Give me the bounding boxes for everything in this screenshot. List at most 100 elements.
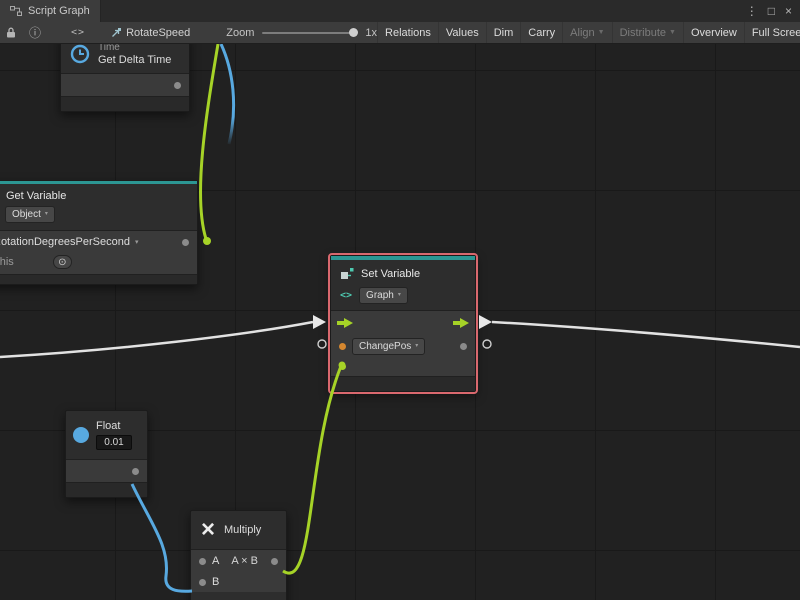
set-variable-right-value-port[interactable]: [483, 340, 491, 348]
tab-script-graph[interactable]: Script Graph: [0, 0, 101, 22]
variable-name-row: RotationDegreesPerSecond ▾: [0, 231, 197, 253]
carry-button[interactable]: Carry: [520, 22, 562, 43]
code-toggle-button[interactable]: <>: [71, 27, 85, 38]
chevron-down-icon: ▼: [669, 29, 676, 36]
value-input-row: [331, 357, 475, 376]
node-title: Float: [96, 420, 120, 432]
node-header: Set Variable <> Graph ▾: [331, 260, 475, 310]
relations-button[interactable]: Relations: [377, 22, 438, 43]
tab-title: Script Graph: [28, 5, 90, 17]
flow-port-row: [331, 311, 475, 335]
node-category: Time: [98, 44, 171, 53]
node-get-variable[interactable]: Get Variable Object ▾ RotationDegreesPer…: [0, 180, 198, 285]
variable-name-port[interactable]: [339, 343, 346, 350]
set-variable-left-value-port[interactable]: [318, 340, 326, 348]
set-variable-icon: [340, 267, 354, 281]
graph-toolbar: ⓘ <> RotateSpeed Zoom 1x Relations Value…: [0, 22, 800, 44]
scope-row: Object ▾: [0, 202, 197, 230]
dim-button[interactable]: Dim: [486, 22, 521, 43]
multiply-input-b-port[interactable]: [199, 579, 206, 586]
close-button[interactable]: ×: [785, 5, 792, 17]
zoom-slider-handle[interactable]: [349, 28, 358, 37]
chevron-down-icon: ▼: [598, 29, 605, 36]
window-controls: ⋮ □ ×: [746, 0, 800, 22]
tab-bar: Script Graph ⋮ □ ×: [0, 0, 800, 22]
multiply-input-a-port[interactable]: [199, 558, 206, 565]
get-variable-output-port[interactable]: [203, 237, 211, 245]
port-a-label: A: [212, 555, 219, 567]
object-picker-button[interactable]: ⊙: [53, 255, 72, 269]
wire-green-bottom: [283, 366, 341, 573]
delta-time-output-port[interactable]: [174, 82, 181, 89]
overview-button[interactable]: Overview: [683, 22, 744, 43]
port-b-label: B: [212, 576, 219, 588]
port-row-a: A A × B: [191, 550, 286, 571]
align-button[interactable]: Align▼: [562, 22, 611, 43]
zoom-value: 1x: [365, 27, 377, 39]
flow-in-arrow-icon[interactable]: [337, 318, 353, 328]
output-value-port[interactable]: [460, 343, 467, 350]
node-footer: [66, 482, 147, 497]
node-ports: [66, 459, 147, 482]
multiply-output-port[interactable]: [271, 558, 278, 565]
variable-value-port[interactable]: [182, 239, 189, 246]
variable-name-dropdown[interactable]: ChangePos ▾: [352, 338, 425, 355]
target-row: This ⊙: [0, 253, 197, 274]
node-title: Get Variable: [0, 184, 197, 202]
node-footer: [331, 376, 475, 391]
values-button[interactable]: Values: [438, 22, 486, 43]
node-ports: [61, 73, 189, 96]
graph-asset-icon: [111, 27, 122, 38]
node-set-variable[interactable]: Set Variable <> Graph ▾: [330, 255, 476, 392]
port-row-b: B: [191, 571, 286, 592]
graph-asset-breadcrumb[interactable]: RotateSpeed: [111, 27, 190, 39]
lock-button[interactable]: [6, 27, 16, 38]
target-icon: ⊙: [58, 257, 66, 268]
float-output-port[interactable]: [132, 468, 139, 475]
node-title: Get Delta Time: [98, 54, 171, 66]
script-graph-icon: [10, 5, 22, 17]
result-label: A × B: [231, 555, 258, 567]
chevron-down-icon: ▾: [135, 238, 139, 246]
fullscreen-button[interactable]: Full Screen: [744, 22, 800, 43]
variable-name-row: ChangePos ▾: [331, 335, 475, 357]
zoom-slider[interactable]: [262, 32, 357, 34]
tab-menu-button[interactable]: ⋮: [746, 5, 758, 17]
node-header: Float: [66, 411, 147, 459]
node-get-delta-time[interactable]: Time Get Delta Time: [60, 44, 190, 112]
node-ports: RotationDegreesPerSecond ▾ This ⊙: [0, 230, 197, 274]
zoom-control: Zoom 1x: [226, 27, 377, 39]
float-type-icon: [73, 427, 89, 443]
graph-scope-icon: <>: [340, 290, 352, 301]
chevron-down-icon: ▾: [398, 289, 401, 302]
float-value-input[interactable]: [96, 435, 132, 450]
info-button[interactable]: ⓘ: [29, 24, 41, 41]
set-variable-flow-in-port[interactable]: [313, 315, 326, 329]
variable-scope-dropdown[interactable]: Graph ▾: [359, 287, 408, 304]
node-title: Set Variable: [361, 268, 420, 280]
node-float[interactable]: Float: [65, 410, 148, 498]
wire-blue-top: [221, 44, 234, 144]
graph-asset-name: RotateSpeed: [126, 27, 190, 39]
set-variable-flow-out-port[interactable]: [479, 315, 492, 329]
chevron-down-icon: ▾: [45, 208, 48, 221]
graph-canvas[interactable]: Time Get Delta Time Get Variable Object …: [0, 44, 800, 600]
variable-name-dropdown[interactable]: RotationDegreesPerSecond: [0, 236, 130, 248]
chevron-down-icon: ▾: [415, 340, 418, 353]
toolbar-buttons: Relations Values Dim Carry Align▼ Distri…: [377, 22, 800, 43]
value-input-port[interactable]: [339, 363, 346, 370]
flow-out-arrow-icon[interactable]: [453, 318, 469, 328]
node-ports: A A × B B: [191, 549, 286, 592]
node-multiply[interactable]: × Multiply A A × B B: [190, 510, 287, 600]
node-title: Multiply: [224, 524, 261, 536]
node-header: × Multiply: [191, 511, 286, 549]
node-footer: [61, 96, 189, 111]
distribute-button[interactable]: Distribute▼: [612, 22, 683, 43]
clock-icon: [70, 44, 90, 64]
variable-scope-dropdown[interactable]: Object ▾: [5, 206, 55, 223]
maximize-button[interactable]: □: [768, 5, 775, 17]
node-ports: ChangePos ▾: [331, 310, 475, 376]
wire-green-top: [201, 44, 218, 239]
zoom-label: Zoom: [226, 27, 254, 39]
wire-flow-left: [0, 322, 313, 357]
